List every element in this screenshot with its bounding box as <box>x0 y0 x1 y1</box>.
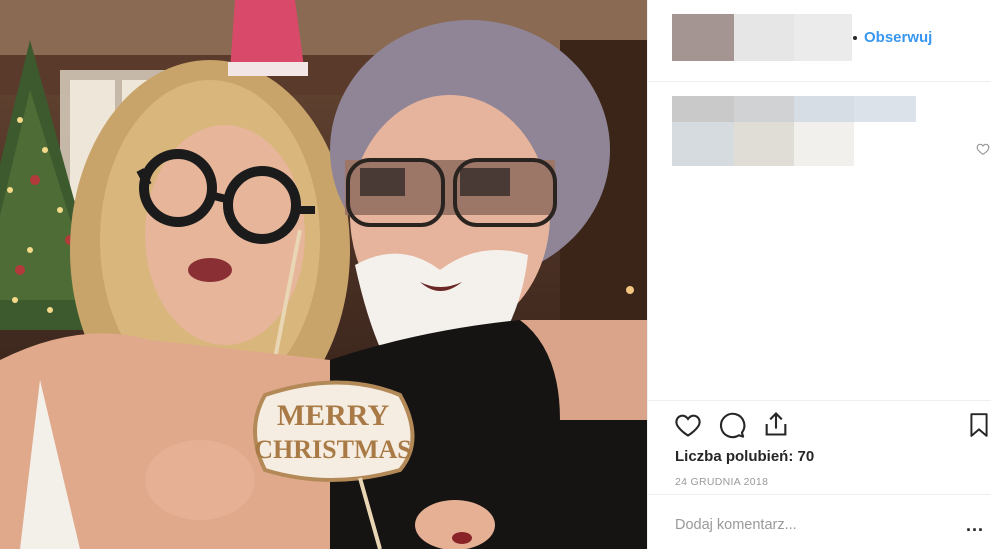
blurred-username[interactable] <box>794 14 852 61</box>
likes-count[interactable]: Liczba polubień: 70 <box>675 448 814 465</box>
blurred-caption <box>734 122 794 166</box>
sign-text-line2: CHRISTMAS <box>254 435 411 464</box>
post-side-panel: Obserwuj Liczba polubień: 70 24 GRUDNIA … <box>647 0 1007 549</box>
heart-icon[interactable] <box>674 411 702 439</box>
separator-dot <box>853 36 857 40</box>
comment-input[interactable]: Dodaj komentarz... <box>675 517 797 533</box>
follow-button[interactable]: Obserwuj <box>864 29 932 46</box>
comment-bar: Dodaj komentarz... ... <box>648 494 991 549</box>
post-photo[interactable]: MERRY CHRISTMAS <box>0 0 647 549</box>
blurred-avatar[interactable] <box>672 14 734 61</box>
post-date[interactable]: 24 GRUDNIA 2018 <box>675 476 768 488</box>
blurred-caption <box>794 122 854 166</box>
blurred-caption <box>672 96 734 122</box>
post-actions: Liczba polubień: 70 24 GRUDNIA 2018 <box>648 400 991 494</box>
blurred-caption <box>794 96 854 122</box>
more-options-button[interactable]: ... <box>966 515 984 536</box>
sign-text-line1: MERRY <box>277 399 390 432</box>
blurred-username[interactable] <box>734 14 794 61</box>
small-heart-icon[interactable] <box>976 142 990 156</box>
post-header: Obserwuj <box>648 0 991 82</box>
photo-illustration: MERRY CHRISTMAS <box>0 0 647 549</box>
blurred-caption <box>672 122 734 166</box>
bookmark-icon[interactable] <box>966 411 992 439</box>
share-upload-icon[interactable] <box>762 410 790 438</box>
blurred-caption <box>854 96 916 122</box>
comment-bubble-icon[interactable] <box>718 411 746 439</box>
blurred-caption <box>734 96 794 122</box>
